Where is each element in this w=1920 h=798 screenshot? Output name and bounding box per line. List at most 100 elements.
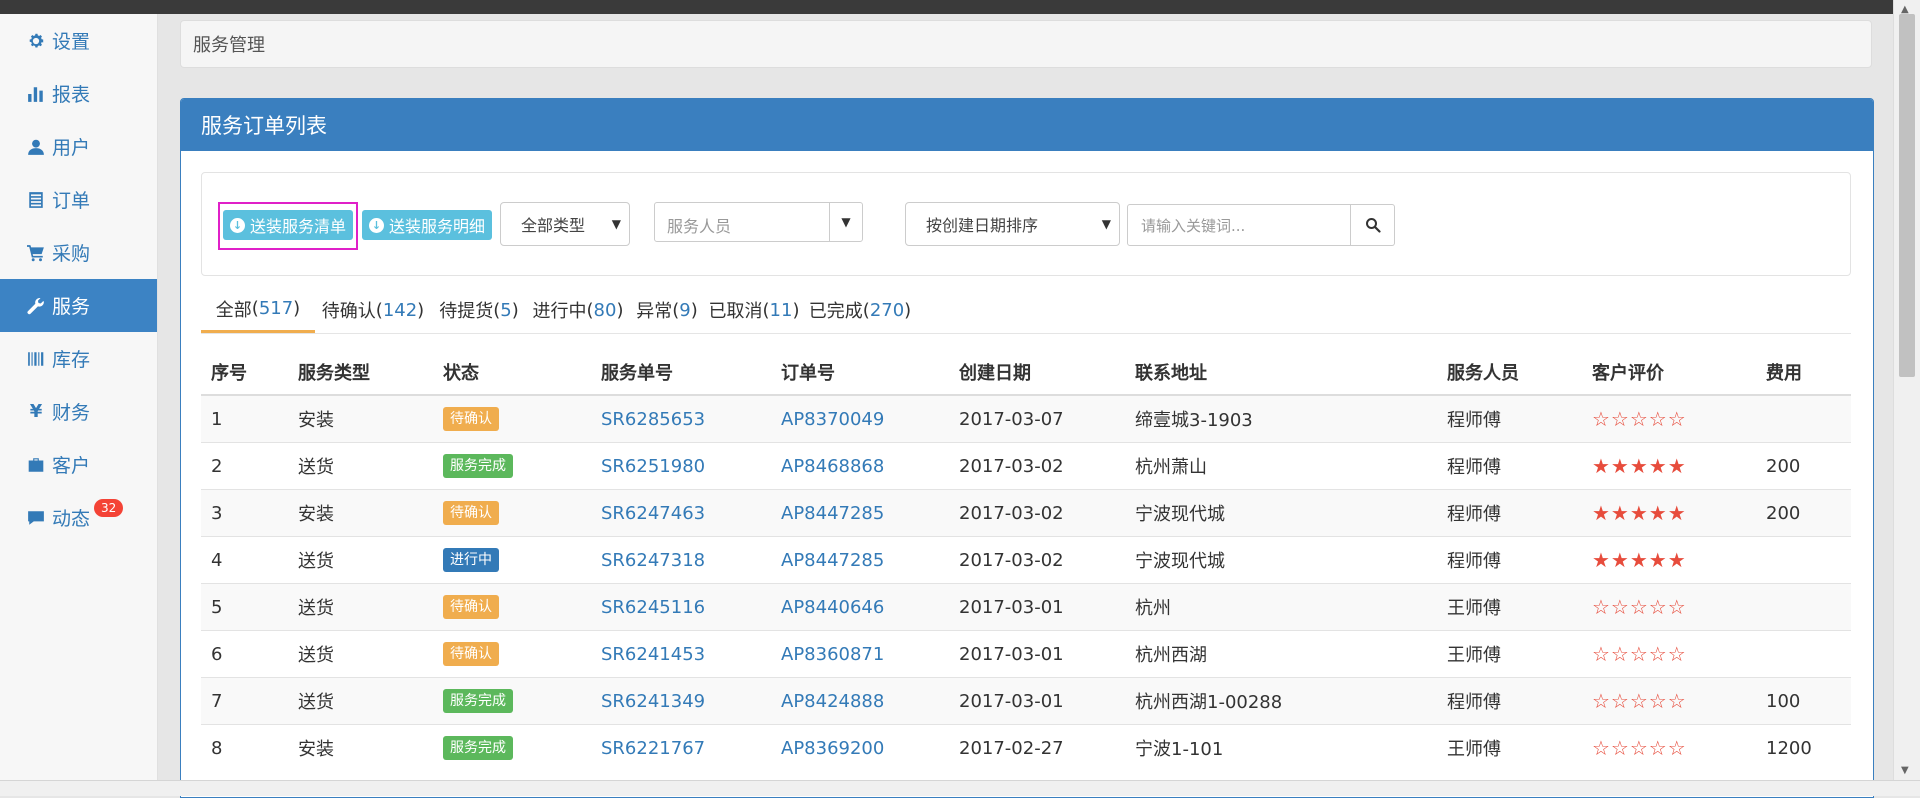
sidebar-item-customers[interactable]: 客户 <box>0 438 157 491</box>
service-number-link[interactable]: SR6245116 <box>601 597 705 618</box>
table-row[interactable]: 5 送货 待确认 SR6245116 AP8440646 2017-03-01 杭州 王师傅 ☆… <box>201 583 1851 631</box>
staff-combobox[interactable]: 服务人员 ▼ <box>654 202 863 242</box>
sidebar-item-users[interactable]: 用户 <box>0 120 157 173</box>
order-number-link[interactable]: AP8440646 <box>781 597 884 618</box>
scroll-down-arrow-icon[interactable]: ▼ <box>1901 765 1909 776</box>
tab-count: 142 <box>382 299 418 321</box>
order-number-link[interactable]: AP8447285 <box>781 550 884 571</box>
table-cell-fee <box>1756 394 1851 443</box>
table-row[interactable]: 2 送货 服务完成 SR6251980 AP8468868 2017-03-02 杭州萧山程… <box>201 442 1851 490</box>
table-cell-rating: ☆☆☆☆☆ <box>1582 724 1756 771</box>
tab-count: 80 <box>593 299 617 321</box>
service-order-table: 序号 服务类型 状态 服务单号 订单号 创建日期 联系地址 服务人员 客户评价 … <box>201 349 1851 771</box>
sidebar-item-label: 订单 <box>52 190 91 212</box>
service-number-link[interactable]: SR6247463 <box>601 503 705 524</box>
order-number-link[interactable]: AP8360871 <box>781 644 884 665</box>
table-cell-fee <box>1756 630 1851 678</box>
table-cell-date: 2017-03-07 <box>949 394 1125 443</box>
tab-label: 已完成 <box>808 301 863 322</box>
service-number-link[interactable]: SR6247318 <box>601 550 705 571</box>
table-cell-status: 待确认 <box>433 394 591 443</box>
table-cell-status: 待确认 <box>433 489 591 537</box>
service-number-link[interactable]: SR6241453 <box>601 644 705 665</box>
caret-down-icon[interactable]: ▼ <box>829 203 862 241</box>
table-cell-type: 安装 <box>288 394 433 443</box>
scrollbar-thumb[interactable] <box>1899 14 1915 377</box>
table-cell-order-no: AP8468868 <box>771 442 949 490</box>
table-cell-no: 8 <box>201 724 288 771</box>
table-cell-service-no: SR6245116 <box>591 583 771 631</box>
table-row[interactable]: 8 安装 服务完成 SR6221767 AP8369200 2017-02-27 宁波1-1… <box>201 724 1851 771</box>
tab-pending-confirm[interactable]: 待确认(142) <box>315 287 431 333</box>
sidebar-item-label: 动态 <box>52 508 91 530</box>
order-number-link[interactable]: AP8370049 <box>781 409 884 430</box>
table-row[interactable]: 7 送货 服务完成 SR6241349 AP8424888 2017-03-01 杭州西湖1… <box>201 677 1851 725</box>
panel-title: 服务订单列表 <box>181 99 1873 151</box>
yen-icon: ¥ <box>29 401 43 422</box>
status-badge: 待确认 <box>443 407 499 431</box>
column-header: 服务单号 <box>591 349 771 396</box>
sidebar-item-service[interactable]: 服务 <box>0 279 157 332</box>
sort-select[interactable]: 按创建日期排序 ▼ <box>905 202 1120 246</box>
tab-label: 进行中 <box>532 301 587 322</box>
service-number-link[interactable]: SR6285653 <box>601 409 705 430</box>
service-number-link[interactable]: SR6251980 <box>601 456 705 477</box>
search-button[interactable] <box>1351 204 1395 246</box>
column-header: 客户评价 <box>1582 349 1756 396</box>
table-cell-service-no: SR6247463 <box>591 489 771 537</box>
bottom-status-strip <box>0 780 1920 796</box>
table-cell-date: 2017-03-02 <box>949 536 1125 584</box>
column-header: 费用 <box>1756 349 1851 396</box>
rating-stars: ☆☆☆☆☆ <box>1592 595 1687 619</box>
tab-all[interactable]: 全部(517) <box>201 287 315 333</box>
order-number-link[interactable]: AP8369200 <box>781 738 884 759</box>
table-cell-status: 服务完成 <box>433 724 591 771</box>
table-cell-date: 2017-02-27 <box>949 724 1125 771</box>
sidebar-item-label: 采购 <box>52 243 91 265</box>
order-number-link[interactable]: AP8447285 <box>781 503 884 524</box>
table-cell-no: 6 <box>201 630 288 678</box>
sidebar-item-activity[interactable]: 动态 32 <box>0 491 157 544</box>
table-cell-status: 进行中 <box>433 536 591 584</box>
service-number-link[interactable]: SR6221767 <box>601 738 705 759</box>
order-number-link[interactable]: AP8424888 <box>781 691 884 712</box>
table-cell-service-no: SR6241453 <box>591 630 771 678</box>
table-row[interactable]: 6 送货 待确认 SR6241453 AP8360871 2017-03-01 杭州西湖 王师… <box>201 630 1851 678</box>
tab-pending-pickup[interactable]: 待提货(5) <box>431 287 527 333</box>
table-cell-staff: 程师傅 <box>1437 536 1582 584</box>
sidebar-item-reports[interactable]: 报表 <box>0 67 157 120</box>
sidebar-item-inventory[interactable]: 库存 <box>0 332 157 385</box>
vertical-scrollbar[interactable]: ▲ ▼ <box>1893 0 1920 780</box>
table-cell-fee: 200 <box>1756 442 1851 490</box>
sidebar-item-label: 设置 <box>52 31 91 53</box>
table-cell-status: 服务完成 <box>433 442 591 490</box>
order-number-link[interactable]: AP8468868 <box>781 456 884 477</box>
status-badge: 进行中 <box>443 548 499 572</box>
service-list-button[interactable]: ↓ 送装服务清单 <box>223 210 354 240</box>
tab-completed[interactable]: 已完成(270) <box>803 287 917 333</box>
service-detail-button[interactable]: ↓ 送装服务明细 <box>362 210 493 240</box>
sidebar-item-orders[interactable]: 订单 <box>0 173 157 226</box>
table-row[interactable]: 1 安装 待确认 SR6285653 AP8370049 2017-03-07 缔壹城3-1… <box>201 394 1851 443</box>
table-row[interactable]: 3 安装 待确认 SR6247463 AP8447285 2017-03-02 宁波现代城程… <box>201 489 1851 537</box>
keyword-search-input[interactable]: 请输入关键词... <box>1127 204 1351 246</box>
sidebar-item-purchase[interactable]: 采购 <box>0 226 157 279</box>
tab-exception[interactable]: 异常(9) <box>629 287 705 333</box>
table-cell-address: 宁波1-101 <box>1125 724 1437 771</box>
table-cell-fee <box>1756 536 1851 584</box>
rating-stars: ☆☆☆☆☆ <box>1592 736 1687 760</box>
download-icon: ↓ <box>230 217 245 233</box>
service-list-button-label: 送装服务清单 <box>250 217 347 236</box>
tab-in-progress[interactable]: 进行中(80) <box>527 287 629 333</box>
sidebar-item-settings[interactable]: 设置 <box>0 14 157 67</box>
sidebar-item-finance[interactable]: ¥ 财务 <box>0 385 157 438</box>
table-cell-fee: 200 <box>1756 489 1851 537</box>
service-number-link[interactable]: SR6241349 <box>601 691 705 712</box>
table-row[interactable]: 4 送货 进行中 SR6247318 AP8447285 2017-03-02 宁波现代城程… <box>201 536 1851 584</box>
sidebar-item-label: 报表 <box>52 84 91 106</box>
breadcrumb-text: 服务管理 <box>193 35 265 56</box>
table-cell-fee: 1200 <box>1756 724 1851 771</box>
tab-cancelled[interactable]: 已取消(11) <box>705 287 803 333</box>
table-cell-rating: ☆☆☆☆☆ <box>1582 677 1756 725</box>
type-select[interactable]: 全部类型 ▼ <box>500 202 630 246</box>
